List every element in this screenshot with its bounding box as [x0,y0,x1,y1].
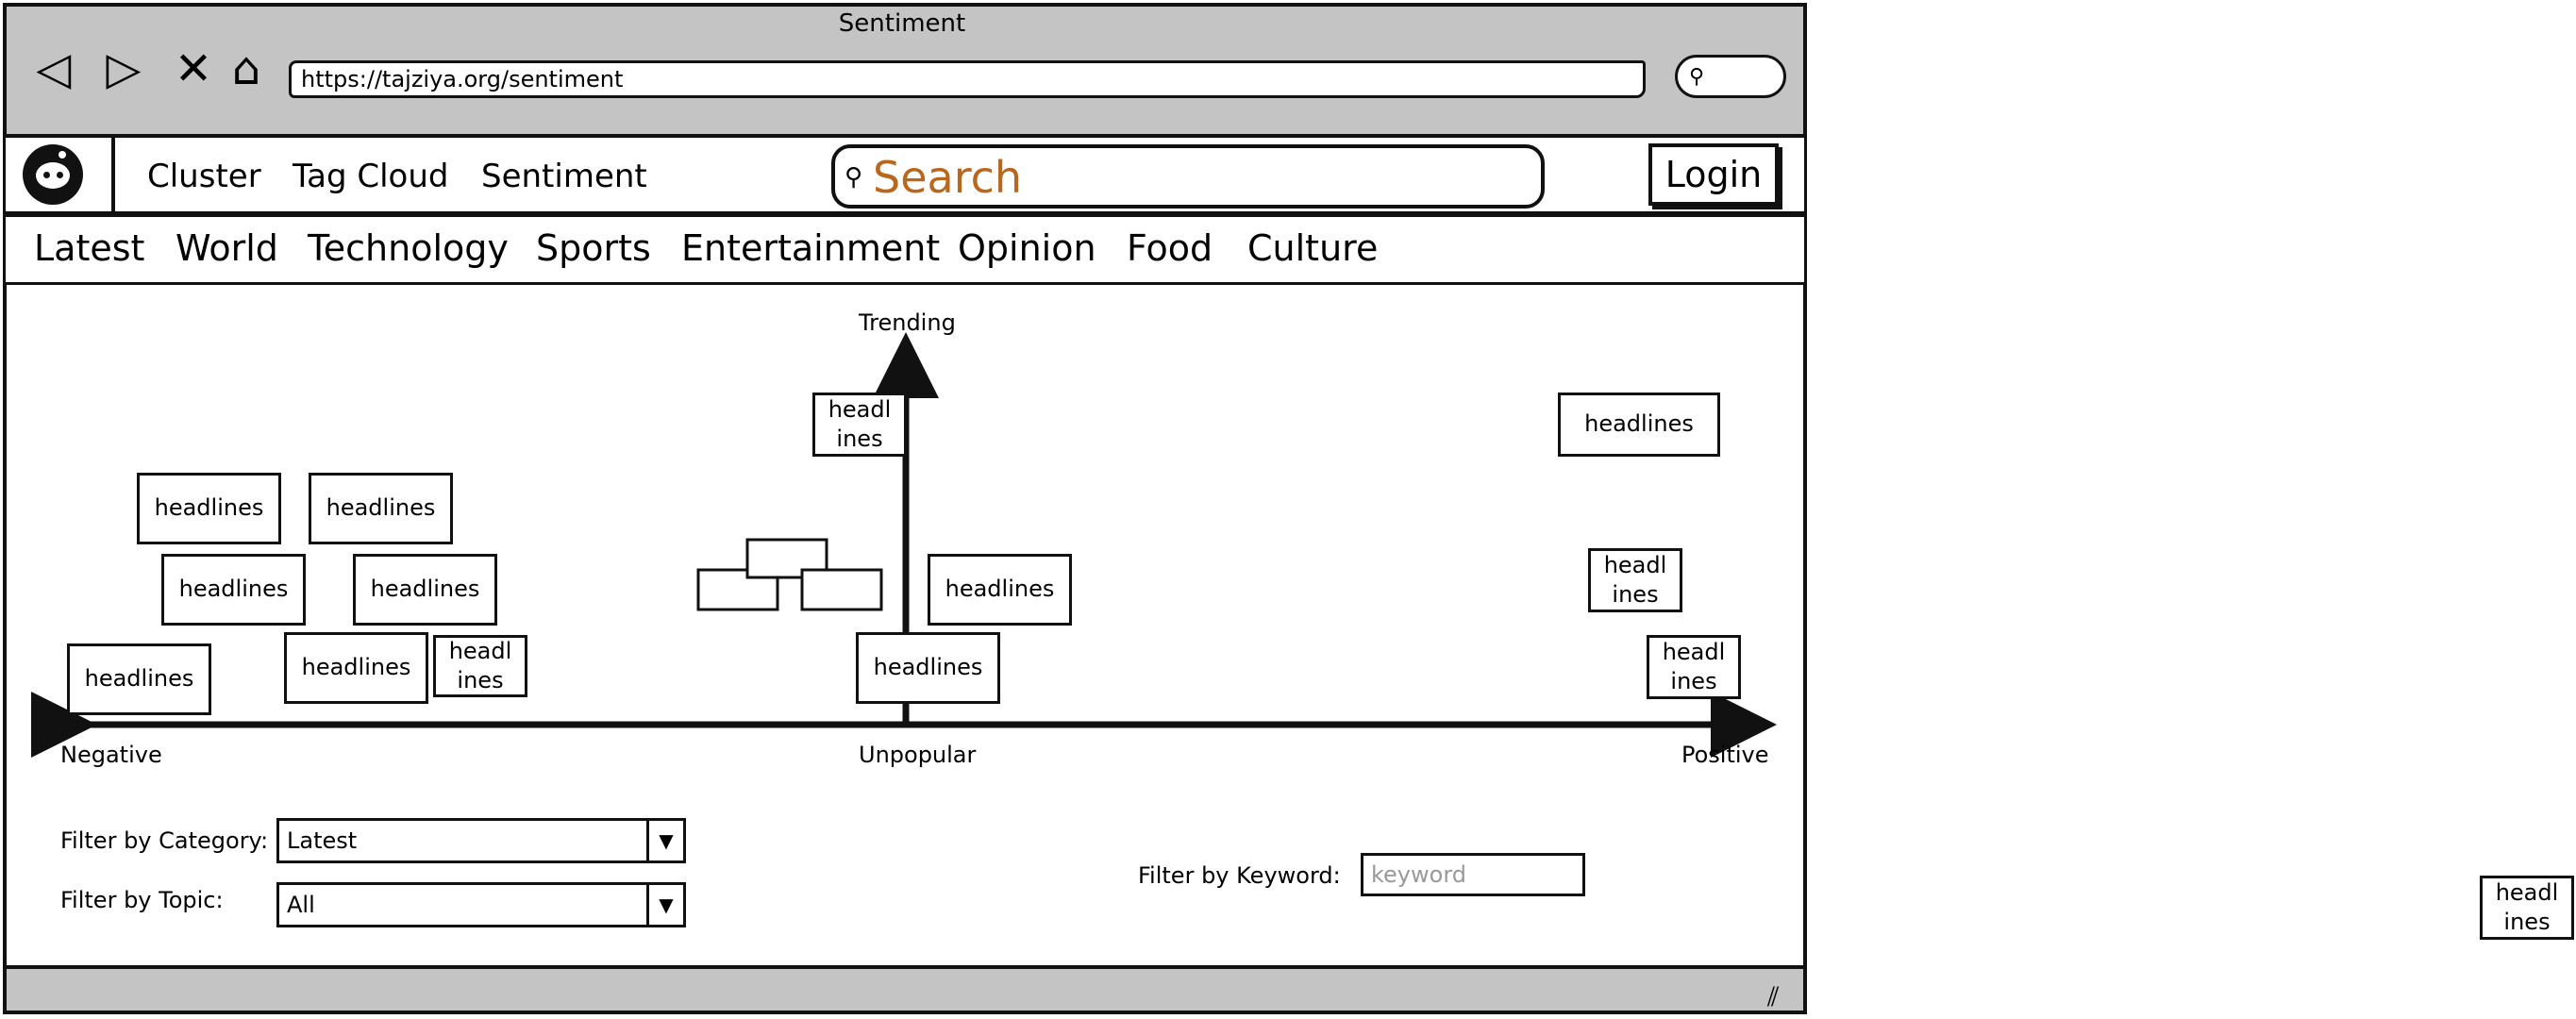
chevron-down-icon[interactable]: ▼ [646,821,683,860]
axis-label-positive: Positive [1681,742,1769,768]
filter-keyword-label: Filter by Keyword: [1138,862,1341,889]
headline-box-narrow[interactable]: headl ines [1588,548,1682,612]
headline-box[interactable]: headlines [856,632,1000,704]
category-select[interactable]: Latest ▼ [276,818,686,863]
headline-box-narrow[interactable]: headl ines [2480,876,2574,940]
topic-select[interactable]: All ▼ [276,882,686,927]
headline-box[interactable]: headlines [1558,393,1720,457]
axis-label-trending: Trending [859,309,956,336]
headline-box[interactable]: headlines [67,643,211,715]
headline-box[interactable]: headlines [928,554,1072,626]
chevron-down-icon[interactable]: ▼ [646,885,683,925]
headline-box[interactable]: headlines [137,473,281,544]
stack-box-3 [800,568,883,611]
keyword-input[interactable]: keyword [1361,853,1585,896]
axis-label-unpopular: Unpopular [859,742,977,768]
category-select-value: Latest [287,827,358,854]
headline-box[interactable]: headlines [309,473,453,544]
headline-box-narrow[interactable]: headl ines [433,635,527,697]
headline-box-narrow[interactable]: headl ines [1647,635,1741,699]
browser-status-bar [3,965,1807,1014]
resize-grip-icon[interactable]: ⫽ [1767,981,1780,1013]
headline-box[interactable]: headlines [161,554,306,626]
headline-box[interactable]: headlines [284,632,428,704]
topic-select-value: All [287,892,315,918]
filter-category-label: Filter by Category: [60,827,269,854]
headline-box[interactable]: headlines [353,554,497,626]
filter-topic-label: Filter by Topic: [60,887,224,913]
keyword-placeholder: keyword [1371,861,1467,888]
axis-label-negative: Negative [60,742,162,768]
headline-box-narrow[interactable]: headl ines [812,393,907,457]
